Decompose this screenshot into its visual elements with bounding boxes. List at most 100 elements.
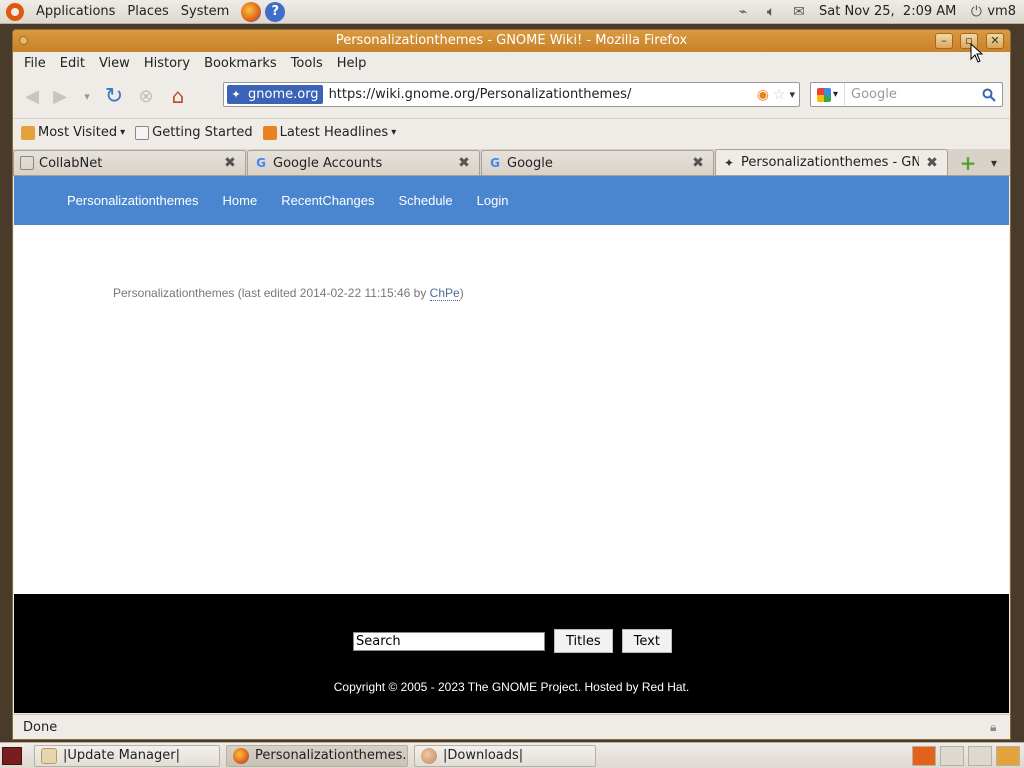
window-titlebar[interactable]: Personalizationthemes - GNOME Wiki! - Mo… — [13, 30, 1010, 52]
home-button[interactable]: ⌂ — [165, 83, 191, 109]
close-tab-icon[interactable]: ✖ — [691, 156, 705, 170]
rss-feed-icon[interactable]: ◉ — [757, 87, 769, 103]
ubuntu-logo-icon[interactable] — [6, 2, 24, 21]
url-bar[interactable]: ✦ gnome.org https://wiki.gnome.org/Perso… — [223, 82, 800, 107]
show-desktop-button[interactable] — [2, 746, 22, 765]
folder-icon — [21, 125, 35, 140]
forward-button[interactable]: ▶ — [47, 83, 73, 109]
system-tray: ⌁ 🔈︎ ✉ Sat Nov 25, 2:09 AM ⏻ vm8 — [735, 4, 1024, 20]
taskbar-update-manager[interactable]: |Update Manager| — [34, 744, 220, 767]
bookmarks-toolbar: Most Visited ▾ Getting Started Latest He… — [13, 118, 1010, 146]
search-bar[interactable]: ▾ Google — [810, 82, 1003, 107]
gnome-foot-icon: ✦ — [231, 87, 241, 101]
nav-link-login[interactable]: Login — [477, 193, 509, 208]
url-dropdown-icon[interactable]: ▾ — [789, 88, 795, 101]
close-tab-icon[interactable]: ✖ — [925, 156, 939, 170]
navigation-toolbar: ◀ ▶ ▾ ↻ ⊗ ⌂ ✦ gnome.org https://wiki.gno… — [13, 78, 1010, 114]
firefox-launcher-icon[interactable] — [241, 1, 262, 22]
tab-personalizationthemes[interactable]: ✦ Personalizationthemes - GN... ✖ — [715, 149, 948, 175]
trash-icon[interactable] — [996, 745, 1020, 766]
wiki-search-input[interactable] — [353, 631, 545, 651]
close-window-button[interactable]: ✕ — [986, 33, 1004, 49]
workspace-2[interactable] — [940, 745, 964, 766]
url-text[interactable]: https://wiki.gnome.org/Personalizationth… — [329, 87, 632, 102]
downloads-icon — [421, 747, 437, 764]
nav-link-home[interactable]: Home — [223, 193, 258, 208]
menu-view[interactable]: View — [92, 56, 137, 71]
menu-bookmarks[interactable]: Bookmarks — [197, 56, 284, 71]
taskbar-firefox[interactable]: Personalizationthemes... — [226, 744, 408, 767]
clock[interactable]: Sat Nov 25, 2:09 AM — [819, 4, 956, 19]
tab-label: CollabNet — [39, 155, 103, 171]
nav-link-schedule[interactable]: Schedule — [398, 193, 452, 208]
window-title: Personalizationthemes - GNOME Wiki! - Mo… — [335, 33, 688, 48]
bookmark-latest-headlines[interactable]: Latest Headlines ▾ — [262, 125, 397, 140]
search-magnifier-icon[interactable] — [979, 85, 999, 105]
bookmark-label: Most Visited — [38, 125, 118, 140]
wiki-search-form: Titles Text — [353, 629, 672, 653]
bookmark-most-visited[interactable]: Most Visited ▾ — [21, 125, 125, 140]
menu-file[interactable]: File — [17, 56, 53, 71]
workspace-3[interactable] — [968, 745, 992, 766]
nav-link-personalizationthemes[interactable]: Personalizationthemes — [67, 193, 199, 208]
new-tab-button[interactable]: + — [955, 150, 981, 175]
system-menu[interactable]: System — [175, 0, 235, 24]
reload-button[interactable]: ↻ — [101, 83, 127, 109]
site-identity-button[interactable]: ✦ gnome.org — [227, 85, 323, 104]
tab-label: Personalizationthemes - GN... — [741, 155, 919, 170]
mail-icon[interactable]: ✉ — [791, 4, 807, 20]
close-tab-icon[interactable]: ✖ — [457, 156, 471, 170]
menu-help[interactable]: Help — [330, 56, 374, 71]
text-button[interactable]: Text — [621, 629, 672, 653]
user-menu[interactable]: ⏻ vm8 — [968, 4, 1016, 20]
menubar: File Edit View History Bookmarks Tools H… — [13, 52, 1010, 74]
tab-google[interactable]: G Google ✖ — [481, 150, 714, 175]
firefox-icon — [233, 747, 249, 764]
update-manager-icon — [41, 747, 57, 764]
window-menu-icon[interactable] — [19, 36, 28, 45]
site-identity-label: gnome.org — [248, 87, 319, 102]
author-link[interactable]: ChPe — [429, 286, 460, 301]
taskbar-downloads[interactable]: |Downloads| — [414, 744, 596, 767]
stop-button[interactable]: ⊗ — [133, 83, 159, 109]
page-info-suffix: ) — [459, 286, 464, 300]
workspace-1[interactable] — [912, 745, 936, 766]
lock-icon[interactable]: 🔒︎ — [990, 720, 1004, 734]
search-engine-selector[interactable]: ▾ — [811, 83, 845, 106]
workspace-switcher — [912, 745, 1024, 766]
minimize-button[interactable]: – — [935, 33, 953, 49]
chevron-down-icon: ▾ — [120, 127, 126, 138]
chevron-down-icon: ▾ — [391, 127, 397, 138]
tab-google-accounts[interactable]: G Google Accounts ✖ — [247, 150, 480, 175]
user-name: vm8 — [987, 4, 1016, 19]
tab-collabnet[interactable]: CollabNet ✖ — [13, 150, 246, 175]
bookmark-getting-started[interactable]: Getting Started — [135, 125, 253, 140]
applications-menu[interactable]: Applications — [30, 0, 121, 24]
nav-link-recentchanges[interactable]: RecentChanges — [281, 193, 374, 208]
history-dropdown-icon[interactable]: ▾ — [79, 83, 95, 109]
menu-tools[interactable]: Tools — [284, 56, 330, 71]
bookmark-star-icon[interactable]: ☆ — [773, 87, 786, 103]
close-tab-icon[interactable]: ✖ — [223, 156, 237, 170]
page-info-text: Personalizationthemes (last edited 2014-… — [113, 286, 430, 300]
help-launcher-icon[interactable]: ? — [265, 1, 286, 22]
tab-label: Google — [507, 155, 553, 171]
google-favicon-icon: G — [256, 156, 266, 170]
menu-history[interactable]: History — [137, 56, 197, 71]
places-menu[interactable]: Places — [121, 0, 174, 24]
rss-icon — [262, 125, 277, 140]
page-info: Personalizationthemes (last edited 2014-… — [113, 286, 464, 301]
gnome-foot-icon: ✦ — [723, 155, 735, 170]
back-button[interactable]: ◀ — [19, 83, 45, 109]
tab-strip: CollabNet ✖ G Google Accounts ✖ G Google… — [13, 149, 1010, 176]
volume-icon[interactable]: 🔈︎ — [763, 4, 779, 20]
titles-button[interactable]: Titles — [554, 629, 613, 653]
engine-dropdown-icon: ▾ — [832, 89, 839, 100]
search-input[interactable]: Google — [851, 87, 979, 102]
status-text: Done — [23, 719, 58, 735]
network-icon[interactable]: ⌁ — [735, 4, 751, 20]
power-icon: ⏻ — [970, 3, 982, 20]
tab-list-dropdown-icon[interactable]: ▾ — [981, 150, 1007, 175]
menu-edit[interactable]: Edit — [53, 56, 92, 71]
google-engine-icon — [816, 87, 831, 102]
